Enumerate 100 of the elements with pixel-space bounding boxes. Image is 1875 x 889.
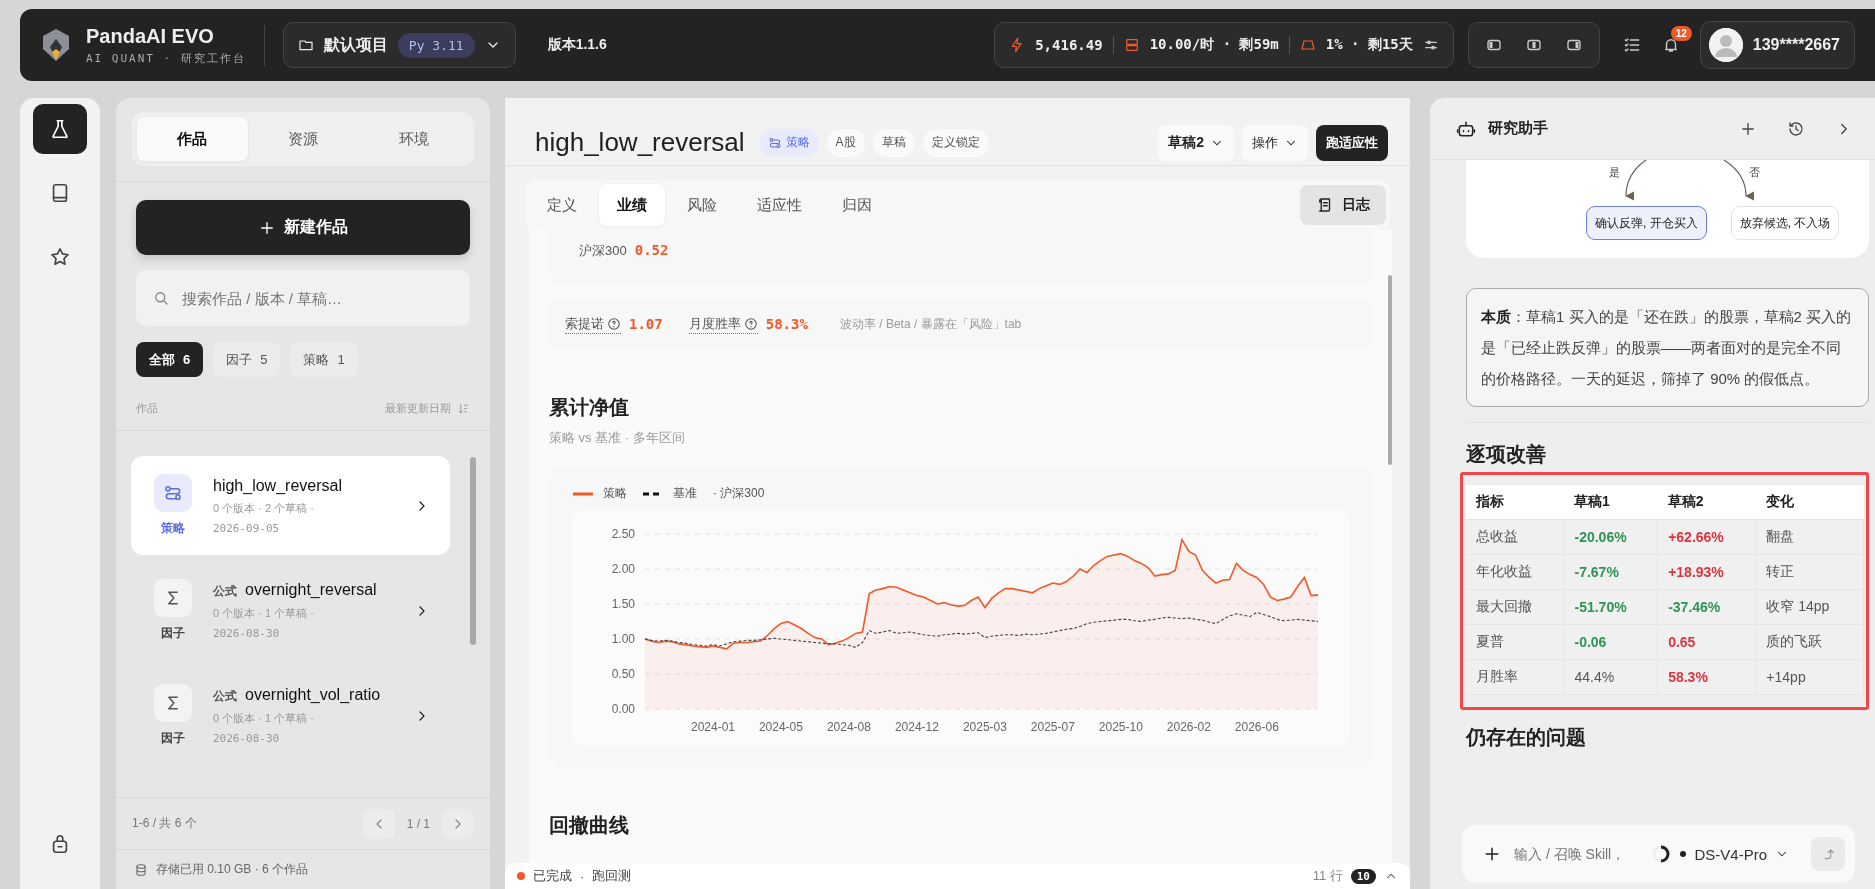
compute-value: 10.00/时 · 剩59m — [1149, 36, 1279, 54]
database-icon — [134, 862, 148, 877]
tag: A股 — [826, 128, 865, 157]
column-header: 变化 — [1755, 485, 1864, 519]
table-cell: 夏普 — [1466, 624, 1564, 659]
log-button[interactable]: 日志 — [1300, 185, 1386, 225]
sidebar-tab[interactable]: 资源 — [247, 117, 359, 161]
folder-icon — [297, 37, 314, 53]
sidebar-tab[interactable]: 环境 — [358, 117, 469, 161]
table-cell: 最大回撤 — [1466, 589, 1564, 624]
scrollbar[interactable] — [470, 457, 476, 645]
flow-node: 确认反弹, 开仓买入 — [1586, 206, 1707, 240]
logo-icon — [40, 27, 72, 63]
content-tab[interactable]: 定义 — [529, 184, 595, 226]
table-cell: 0.65 — [1657, 624, 1756, 659]
filter-chip[interactable]: 因子 5 — [213, 342, 281, 377]
route-icon — [163, 483, 183, 503]
column-header: 作品 — [136, 401, 158, 416]
axis-label: 2024-12 — [894, 720, 939, 734]
search-input[interactable]: 搜索作品 / 版本 / 草稿… — [180, 288, 454, 308]
draft-selector[interactable]: 草稿2 — [1158, 124, 1234, 161]
sort-icon — [457, 402, 470, 415]
axis-label: 0.50 — [611, 667, 635, 681]
project-selector[interactable]: 默认项目 Py 3.11 — [282, 22, 516, 68]
status-text: 已完成 — [533, 867, 572, 885]
axis-label: 2026-06 — [1234, 720, 1279, 734]
metric-value: 0.52 — [634, 242, 669, 258]
section-title: 回撤曲线 — [549, 813, 630, 838]
help-icon — [743, 316, 758, 331]
table-cell: 质的飞跃 — [1755, 624, 1864, 659]
scrollbar[interactable] — [1388, 275, 1392, 465]
type-tag: 策略 — [758, 128, 819, 157]
table-cell: 44.4% — [1563, 659, 1658, 694]
runtime-badge: Py 3.11 — [397, 32, 475, 58]
axis-label: 2.00 — [611, 562, 635, 576]
legend-line-icon — [573, 491, 593, 496]
axis-label: 2025-03 — [962, 720, 1007, 734]
page-indicator: 1 / 1 — [406, 816, 430, 831]
search-icon — [152, 289, 170, 307]
chat-input[interactable]: 输入 / 召唤 Skill， DS-V4-Pro — [1462, 825, 1855, 883]
page-range: 1-6 / 共 6 个 — [132, 815, 197, 832]
section-title: 逐项改善 — [1466, 442, 1547, 467]
actions-menu[interactable]: 操作 — [1242, 124, 1308, 161]
user-menu[interactable]: 139****2667 — [1699, 21, 1855, 69]
table-cell: +18.93% — [1657, 554, 1756, 589]
axis-label: 0.00 — [611, 702, 635, 716]
axis-label: 2026-02 — [1166, 720, 1211, 734]
column-header: 草稿1 — [1563, 485, 1658, 519]
server-icon — [1123, 37, 1140, 53]
axis-label: 2.50 — [611, 527, 635, 541]
table-cell: -37.46% — [1657, 589, 1756, 624]
work-list-item[interactable]: 因子 公式 overnight_reversal 0 个版本 · 1 个草稿 · 2026-08-30 — [131, 561, 450, 660]
table-cell: -20.06% — [1563, 519, 1658, 554]
table-cell: 收窄 14pp — [1755, 589, 1864, 624]
separator-dot: · — [580, 868, 585, 884]
section-title: 仍存在的问题 — [1466, 724, 1587, 750]
filter-chip[interactable]: 策略 1 — [290, 342, 358, 377]
axis-label: 2024-05 — [758, 720, 803, 734]
legend-note: · 沪深300 — [713, 485, 765, 502]
table-cell: 月胜率 — [1466, 659, 1564, 694]
new-work-button[interactable]: 新建作品 — [136, 200, 470, 255]
flow-node: 放弃候选, 不入场 — [1730, 206, 1840, 240]
tag: 定义锁定 — [922, 128, 989, 157]
notification-badge: 12 — [1670, 26, 1692, 41]
sidebar-tab[interactable]: 作品 — [137, 117, 248, 161]
table-cell: +14pp — [1755, 659, 1864, 694]
search-field[interactable]: 搜索作品 / 版本 / 草稿… — [136, 270, 470, 326]
storage-summary: 存储已用 0.10 GB · 6 个作品 — [156, 861, 309, 878]
task-name: 跑回测 — [592, 867, 632, 885]
metric-value: 1.07 — [629, 316, 663, 332]
metrics-note: 波动率 / Beta / 暴露在「风险」tab — [839, 315, 1022, 333]
count-badge: 10 — [1350, 868, 1376, 884]
rail-button[interactable] — [33, 104, 87, 154]
section-title: 累计净值 — [549, 395, 630, 420]
spinner-icon — [1652, 845, 1671, 863]
star-icon — [49, 246, 71, 268]
content-tab[interactable]: 风险 — [669, 184, 735, 226]
panel-title: 研究助手 — [1488, 119, 1548, 138]
route-icon — [767, 135, 782, 150]
axis-label: 1.00 — [611, 632, 635, 646]
table-cell: 年化收益 — [1466, 554, 1564, 589]
history-button[interactable] — [1787, 119, 1805, 138]
work-list-item[interactable]: 策略 high_low_reversal 0 个版本 · 2 个草稿 · 2026-09-05 — [131, 456, 450, 555]
run-adaptivity-button[interactable]: 跑适应性 — [1316, 124, 1388, 161]
table-cell: -7.67% — [1563, 554, 1658, 589]
app-tagline: AI QUANT · 研究工作台 — [86, 50, 246, 66]
edge-label: 是 — [1608, 166, 1620, 178]
axis-label: 2025-07 — [1030, 720, 1075, 734]
content-tab[interactable]: 适应性 — [739, 184, 820, 226]
content-tab[interactable]: 业绩 — [599, 184, 665, 226]
model-selector[interactable]: DS-V4-Pro — [1680, 845, 1789, 863]
app-name: PandaAI EVO — [86, 24, 215, 48]
tag: 草稿 — [872, 128, 915, 157]
work-list-item[interactable]: 因子 公式 overnight_vol_ratio 0 个版本 · 1 个草稿 · 2026-08-30 — [131, 666, 450, 765]
axis-label: 1.50 — [611, 597, 635, 611]
legend-label: 策略 — [603, 485, 627, 502]
content-tab[interactable]: 归因 — [824, 184, 890, 226]
credits-value: 5,416.49 — [1035, 37, 1103, 53]
filter-chip[interactable]: 全部 6 — [136, 342, 204, 377]
avatar-icon — [1708, 28, 1743, 62]
